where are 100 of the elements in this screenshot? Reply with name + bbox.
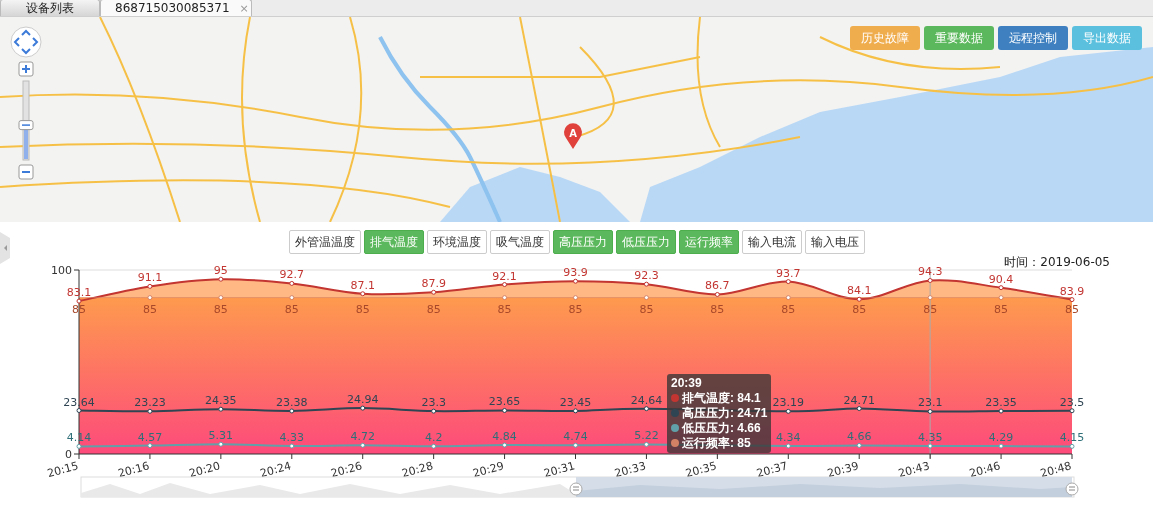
data-label: 85 [710, 302, 725, 316]
data-point [218, 276, 224, 282]
data-label: 4.74 [563, 430, 588, 444]
zoom-in-button[interactable] [18, 61, 34, 77]
axis-label: 0 [65, 448, 72, 461]
action-button[interactable]: 远程控制 [998, 26, 1068, 50]
series-toggle[interactable]: 运行频率 [678, 230, 739, 254]
series-toggle[interactable]: 排气温度 [363, 230, 424, 254]
axis-label: 20:39 [826, 459, 860, 481]
data-point [431, 408, 437, 414]
tab[interactable]: 868715030085371 × [100, 0, 252, 16]
action-button[interactable]: 重要数据 [924, 26, 994, 50]
data-point [502, 282, 508, 288]
pan-control[interactable] [9, 25, 43, 59]
data-label: 92.3 [634, 269, 659, 283]
data-label: 95 [213, 264, 228, 278]
zoom-out-button[interactable] [18, 164, 34, 180]
data-point [289, 408, 295, 414]
data-label: 4.2 [424, 431, 443, 445]
axis-label: 20:29 [471, 459, 506, 481]
data-point [927, 278, 933, 283]
data-point [643, 406, 649, 412]
data-point [431, 443, 437, 449]
data-label: 4.15 [1059, 431, 1085, 445]
data-label: 85 [213, 302, 228, 316]
tooltip-item: 高压压力: 24.71 [682, 406, 768, 420]
tab[interactable]: 设备列表 [0, 0, 100, 16]
data-label: 87.1 [350, 278, 375, 292]
tooltip-item: 低压压力: 4.66 [682, 421, 761, 435]
data-label: 90.4 [988, 272, 1014, 286]
date-label: 时间：2019-06-05 [1003, 255, 1111, 269]
data-point [573, 278, 578, 284]
data-point [785, 408, 791, 414]
axis-label: 20:28 [400, 459, 435, 481]
data-point [502, 408, 508, 413]
axis-label: 20:24 [258, 459, 293, 481]
data-point [573, 442, 578, 448]
data-label: 85 [852, 302, 867, 316]
data-point [218, 406, 224, 412]
data-point [502, 295, 508, 301]
data-point [289, 280, 295, 286]
data-label: 85 [568, 302, 583, 316]
data-point [1069, 408, 1075, 414]
data-point [147, 408, 153, 414]
data-point [785, 295, 791, 301]
data-label: 84.1 [846, 284, 872, 298]
data-label: 23.3 [421, 396, 446, 410]
slider-thumb[interactable] [18, 120, 34, 131]
data-point [927, 443, 933, 449]
axis-label: 20:20 [187, 459, 222, 481]
data-label: 4.35 [917, 431, 943, 444]
axis-label: 20:43 [896, 459, 931, 481]
series-toggle[interactable]: 外管温温度 [288, 230, 361, 254]
data-label: 85 [781, 302, 796, 316]
action-button[interactable]: 导出数据 [1072, 26, 1142, 50]
series-toggle[interactable]: 低压压力 [615, 230, 676, 254]
zoom-slider[interactable] [18, 80, 34, 161]
map-marker[interactable]: A [564, 123, 582, 149]
data-label: 92.7 [279, 268, 305, 282]
data-label: 4.29 [988, 431, 1014, 445]
data-label: 24.94 [346, 393, 379, 407]
data-point [856, 406, 862, 412]
data-label: 92.1 [492, 269, 517, 283]
data-point [147, 283, 153, 289]
data-label: 4.57 [137, 430, 163, 444]
data-label: 5.31 [208, 429, 234, 443]
tooltip-title: 20:39 [671, 376, 703, 391]
data-label: 85 [426, 302, 441, 316]
series-toggle[interactable]: 高压压力 [552, 230, 613, 254]
data-label: 23.38 [276, 396, 308, 409]
data-point [643, 281, 649, 287]
data-point [785, 279, 791, 285]
data-label: 23.65 [488, 395, 521, 409]
data-point [643, 441, 649, 447]
series-toggle[interactable]: 环境温度 [426, 230, 487, 254]
axis-label: 20:16 [116, 459, 151, 481]
close-icon[interactable]: × [239, 0, 249, 16]
data-point [998, 295, 1004, 301]
data-point [998, 408, 1004, 414]
data-point [76, 443, 82, 449]
data-point [1069, 297, 1075, 303]
series-toggle[interactable]: 吸气温度 [489, 230, 550, 254]
data-label: 91.1 [137, 271, 163, 285]
data-label: 4.72 [350, 430, 375, 444]
data-point [573, 295, 578, 301]
range-slider[interactable] [80, 476, 1079, 498]
data-label: 23.45 [559, 395, 592, 409]
series-toggle[interactable]: 输入电流 [741, 230, 802, 254]
data-label: 87.9 [421, 277, 446, 291]
axis-label: 20:46 [967, 459, 1002, 481]
axis-label: 20:35 [684, 459, 719, 481]
data-label: 4.33 [279, 431, 305, 445]
data-point [76, 298, 82, 304]
axis-label: 20:31 [542, 459, 577, 481]
series-toggle[interactable]: 输入电压 [804, 230, 865, 254]
data-point [856, 442, 862, 448]
data-label: 85 [497, 302, 512, 316]
axis-label: 20:33 [613, 459, 648, 481]
data-label: 83.1 [66, 286, 92, 300]
data-point [856, 296, 862, 302]
